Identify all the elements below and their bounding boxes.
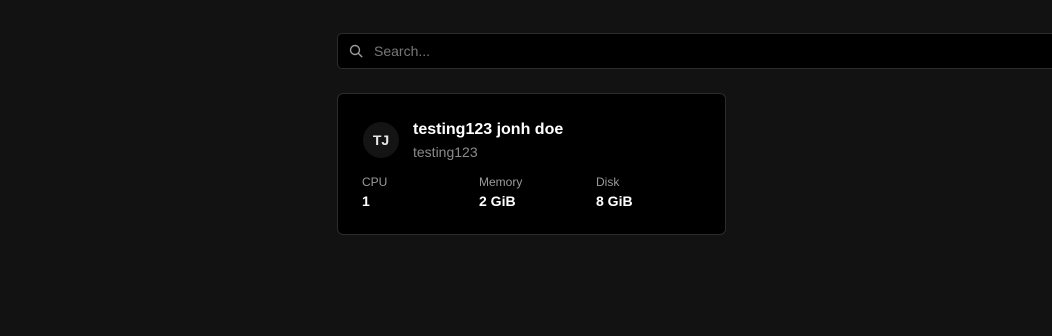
stat-label: Memory <box>479 175 523 189</box>
stat-disk: Disk 8 GiB <box>596 175 633 209</box>
server-card[interactable]: TJ testing123 jonh doe testing123 CPU 1 … <box>337 93 726 235</box>
page: TJ testing123 jonh doe testing123 CPU 1 … <box>0 0 1052 336</box>
stat-label: Disk <box>596 175 620 189</box>
search-input[interactable] <box>374 34 1052 68</box>
search-bar[interactable] <box>337 33 1052 69</box>
search-icon <box>349 44 363 58</box>
stat-memory: Memory 2 GiB <box>479 175 522 209</box>
avatar: TJ <box>363 122 399 158</box>
server-name: testing123 jonh doe <box>413 121 564 138</box>
stat-value: 1 <box>362 193 370 209</box>
stat-label: CPU <box>362 175 388 189</box>
stat-cpu: CPU 1 <box>362 175 387 209</box>
stat-value: 2 GiB <box>479 193 516 209</box>
stat-value: 8 GiB <box>596 193 633 209</box>
server-id: testing123 <box>413 144 478 160</box>
